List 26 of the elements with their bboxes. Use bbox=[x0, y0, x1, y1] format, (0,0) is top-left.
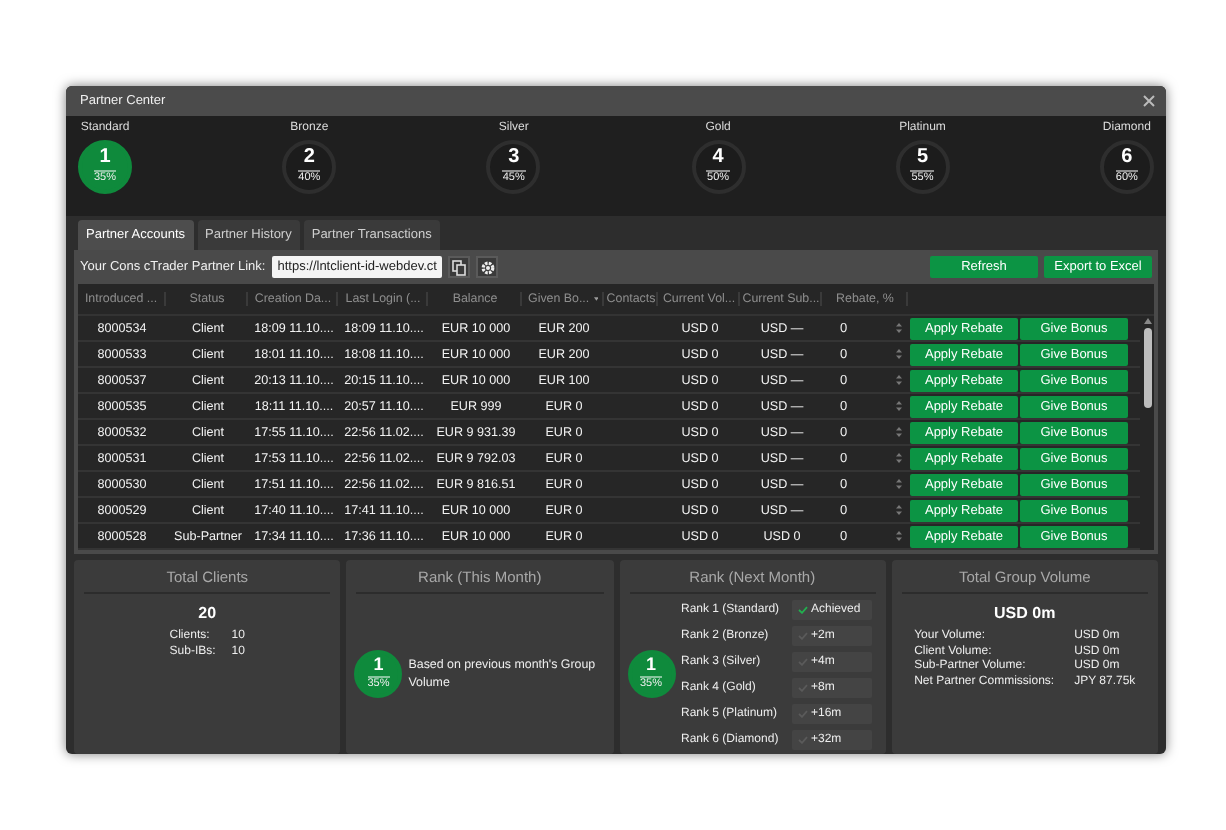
total-volume-amount: USD 0m bbox=[994, 604, 1056, 622]
spinner-arrows-icon[interactable] bbox=[896, 452, 902, 464]
total-clients-count: 20 bbox=[198, 604, 217, 622]
spinner-arrows-icon[interactable] bbox=[896, 478, 902, 490]
rank-number: 1 bbox=[367, 656, 390, 679]
spinner-arrows-icon[interactable] bbox=[896, 348, 902, 360]
spinner-arrows-icon[interactable] bbox=[896, 504, 902, 516]
rank-number: 4 bbox=[706, 148, 730, 173]
settings-icon bbox=[479, 259, 496, 275]
close-icon[interactable] bbox=[1142, 94, 1156, 108]
rank-number: 1 bbox=[93, 148, 117, 173]
dropdown-caret-icon[interactable] bbox=[593, 296, 598, 302]
spinner-arrows-icon[interactable] bbox=[896, 530, 902, 542]
copy-button[interactable] bbox=[448, 256, 471, 278]
spinner-arrows-icon[interactable] bbox=[896, 322, 902, 334]
copy-icon bbox=[452, 259, 467, 275]
settings-button[interactable] bbox=[476, 256, 499, 278]
rank-number: 2 bbox=[297, 148, 321, 173]
rank-number: 1 bbox=[639, 656, 662, 679]
spinner-arrows-icon[interactable] bbox=[896, 426, 902, 438]
rank-number: 3 bbox=[502, 148, 526, 173]
scroll-up-arrow-icon[interactable] bbox=[1143, 318, 1151, 324]
spinner-arrows-icon[interactable] bbox=[896, 374, 902, 386]
spinner-arrows-icon[interactable] bbox=[896, 400, 902, 412]
rank-number: 5 bbox=[910, 148, 935, 173]
rank-number: 6 bbox=[1115, 148, 1139, 173]
